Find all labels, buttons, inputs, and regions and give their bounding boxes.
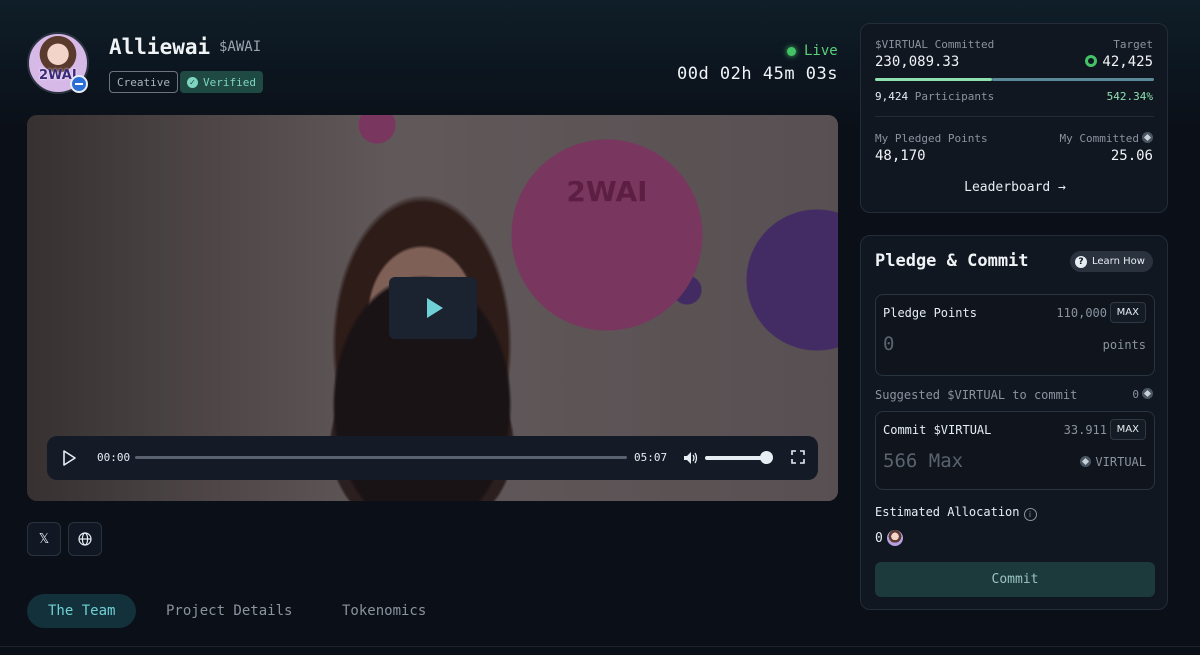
pledge-commit-card: Pledge & Commit ? Learn How Pledge Point… bbox=[860, 235, 1168, 610]
virtual-token-icon bbox=[1080, 456, 1092, 467]
virtual-token-icon bbox=[1142, 132, 1153, 143]
suggested-value-wrap: 0 bbox=[1132, 388, 1153, 401]
tab-tokenomics[interactable]: Tokenomics bbox=[321, 594, 447, 628]
globe-icon bbox=[78, 532, 92, 546]
pledge-points-box: Pledge Points 110,000 MAX 0 points bbox=[875, 294, 1155, 376]
pledge-points-label: Pledge Points bbox=[883, 306, 977, 320]
stats-divider bbox=[875, 116, 1154, 117]
volume-icon[interactable] bbox=[682, 448, 698, 468]
tag-creative: Creative bbox=[109, 71, 178, 93]
x-icon: 𝕏 bbox=[38, 531, 50, 547]
commit-virtual-box: Commit $VIRTUAL 33.911 MAX 566 Max VIRTU… bbox=[875, 411, 1155, 490]
pledge-points-unit: points bbox=[1102, 338, 1146, 352]
live-dot-icon bbox=[787, 46, 796, 56]
target-value-wrap: 42,425 bbox=[1085, 54, 1153, 70]
my-committed-label: My Committed bbox=[1059, 132, 1139, 145]
commit-virtual-input[interactable]: 566 Max bbox=[883, 450, 963, 472]
info-icon[interactable]: i bbox=[1023, 508, 1037, 521]
commit-virtual-unit: VIRTUAL bbox=[1095, 455, 1146, 469]
tab-project-details[interactable]: Project Details bbox=[145, 594, 313, 628]
big-play-button[interactable] bbox=[389, 277, 477, 339]
learn-how-label: Learn How bbox=[1092, 256, 1145, 267]
video-controls: 00:00 05:07 bbox=[47, 436, 818, 480]
website-button[interactable] bbox=[68, 522, 102, 556]
tag-verified-label: Verified bbox=[203, 75, 256, 89]
virtual-token-icon bbox=[1142, 388, 1153, 399]
bottom-divider bbox=[0, 646, 1200, 647]
token-avatar-icon bbox=[886, 530, 903, 546]
participants: 9,424 Participants bbox=[875, 90, 994, 103]
seek-bar[interactable] bbox=[135, 456, 627, 459]
volume-knob[interactable] bbox=[760, 451, 773, 464]
leaderboard-link[interactable]: Leaderboard → bbox=[861, 180, 1169, 195]
commit-progress-bar bbox=[875, 78, 1154, 81]
x-social-button[interactable]: 𝕏 bbox=[27, 522, 61, 556]
pledge-commit-title: Pledge & Commit bbox=[875, 251, 1029, 271]
fullscreen-icon[interactable] bbox=[791, 450, 805, 464]
target-value: 42,425 bbox=[1102, 54, 1153, 70]
commit-virtual-label: Commit $VIRTUAL bbox=[883, 423, 992, 437]
tag-verified: ✓ Verified bbox=[180, 71, 263, 93]
suggested-label: Suggested $VIRTUAL to commit bbox=[875, 388, 1078, 402]
estimated-allocation: 0 bbox=[875, 530, 903, 546]
commit-progress-overflow bbox=[992, 78, 1154, 81]
commit-stats-card: $VIRTUAL Committed Target 230,089.33 42,… bbox=[860, 23, 1168, 213]
tab-the-team[interactable]: The Team bbox=[27, 594, 137, 628]
commit-max-button[interactable]: MAX bbox=[1109, 419, 1146, 440]
participants-count: 9,424 bbox=[875, 90, 909, 103]
commit-percent: 542.34% bbox=[1106, 90, 1153, 103]
volume-slider[interactable] bbox=[705, 456, 765, 460]
play-control-icon[interactable] bbox=[61, 448, 77, 468]
pledged-value: 48,170 bbox=[875, 148, 926, 164]
current-time: 00:00 bbox=[97, 451, 131, 464]
live-label: Live bbox=[804, 43, 838, 59]
estimated-allocation-value: 0 bbox=[875, 530, 883, 546]
question-icon: ? bbox=[1075, 255, 1087, 268]
participants-label: Participants bbox=[914, 90, 995, 103]
suggested-value: 0 bbox=[1132, 388, 1139, 401]
pledge-points-input[interactable]: 0 bbox=[883, 333, 894, 355]
pledge-max-button[interactable]: MAX bbox=[1109, 302, 1146, 323]
commit-virtual-unit-wrap: VIRTUAL bbox=[1077, 455, 1146, 469]
project-ticker: $AWAI bbox=[219, 39, 262, 55]
video-player[interactable]: 2WAI 00:00 05:07 bbox=[27, 115, 838, 501]
committed-value: 230,089.33 bbox=[875, 54, 960, 70]
total-time: 05:07 bbox=[634, 451, 668, 464]
pledge-points-available: 110,000 bbox=[1056, 306, 1107, 320]
commit-button[interactable]: Commit bbox=[875, 562, 1155, 597]
live-status: Live bbox=[787, 43, 838, 59]
estimated-allocation-label-wrap: Estimated Allocation i bbox=[875, 505, 1037, 521]
my-committed-label-wrap: My Committed bbox=[1060, 132, 1153, 145]
estimated-allocation-label: Estimated Allocation bbox=[875, 505, 1020, 519]
avatar-badge-icon bbox=[70, 75, 88, 93]
flame-icon bbox=[1085, 55, 1098, 67]
commit-progress-fill bbox=[875, 78, 993, 81]
pledged-label: My Pledged Points bbox=[875, 132, 988, 145]
play-icon bbox=[427, 298, 443, 318]
learn-how-button[interactable]: ? Learn How bbox=[1070, 251, 1153, 272]
target-label: Target bbox=[1113, 38, 1153, 51]
project-name: Alliewai bbox=[109, 35, 211, 59]
committed-label: $VIRTUAL Committed bbox=[875, 38, 995, 51]
commit-virtual-available: 33.911 bbox=[1063, 423, 1107, 437]
check-icon: ✓ bbox=[187, 76, 198, 88]
my-committed-value: 25.06 bbox=[1110, 148, 1153, 164]
countdown-timer: 00d 02h 45m 03s bbox=[676, 64, 838, 84]
